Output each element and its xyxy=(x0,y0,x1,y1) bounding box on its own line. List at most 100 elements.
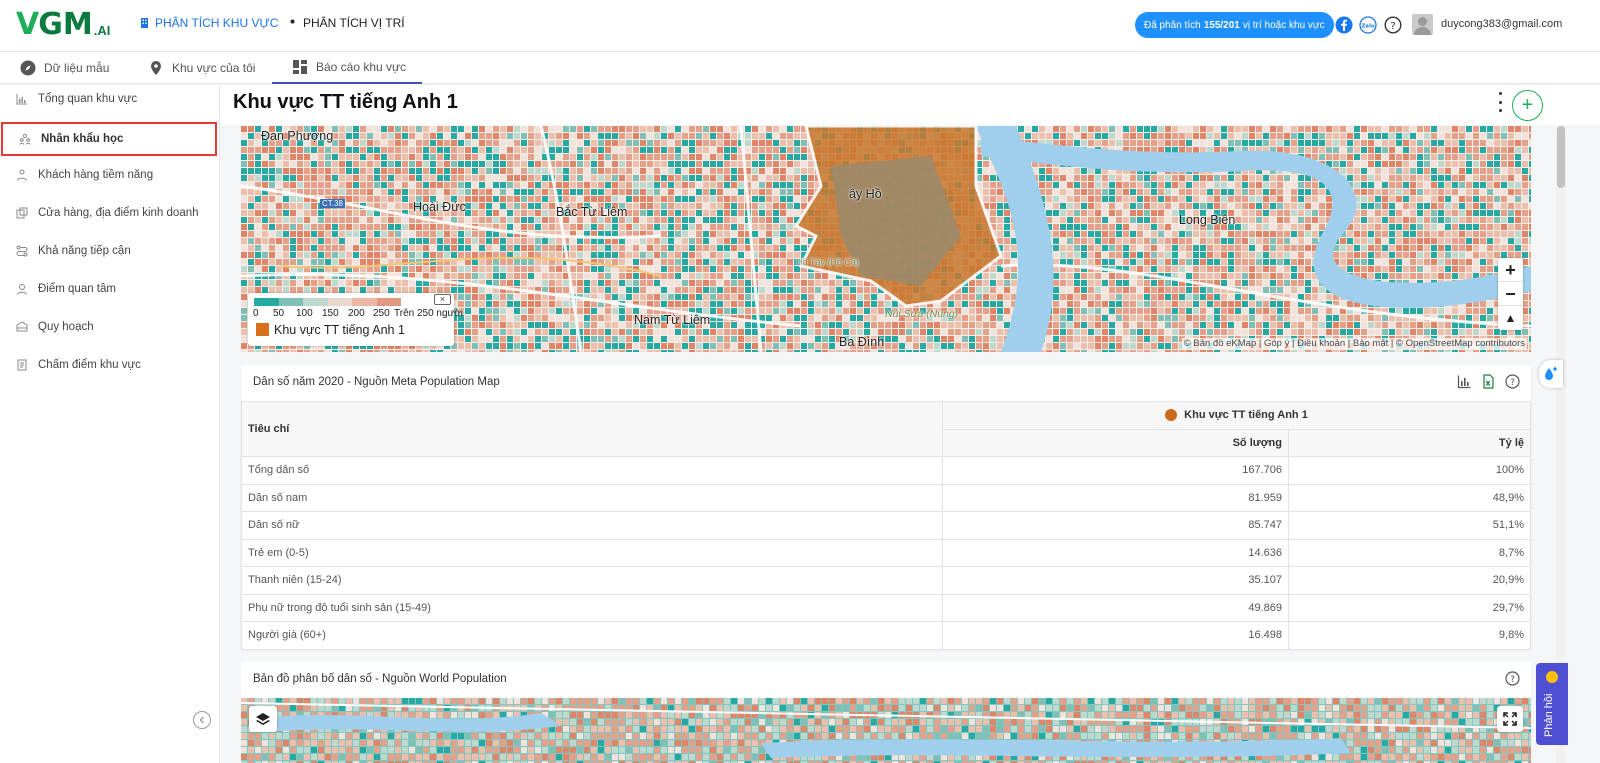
chevron-left-icon xyxy=(199,716,204,724)
route-icon xyxy=(16,245,28,257)
fullscreen-icon xyxy=(1503,712,1517,726)
zoom-in-button[interactable]: + xyxy=(1498,258,1523,282)
compass-north-button[interactable]: ▲ xyxy=(1498,306,1523,330)
zoom-controls: + − ▲ xyxy=(1498,258,1523,330)
map-label-dan-phuong: Đan Phượng xyxy=(261,129,334,143)
scrollbar-thumb[interactable] xyxy=(1557,126,1565,188)
cell-criteria: Trẻ em (0-5) xyxy=(241,538,943,567)
sidebar-item-demographics[interactable]: Nhân khẩu học xyxy=(1,122,217,156)
tab-my-areas[interactable]: Khu vực của tôi xyxy=(148,52,255,84)
cell-criteria: Dân số nam xyxy=(241,483,943,512)
nav-location-analysis[interactable]: PHÂN TÍCH VỊ TRÍ xyxy=(288,16,405,30)
card-title: Bản đồ phân bố dân số - Nguồn World Popu… xyxy=(253,673,507,685)
legend-tick: 50 xyxy=(273,308,285,319)
feedback-button[interactable]: Phản hồi xyxy=(1536,663,1568,745)
tab-sample-data[interactable]: Dữ liệu mẫu xyxy=(20,52,109,84)
poi-icon xyxy=(17,284,27,295)
world-population-map[interactable] xyxy=(241,698,1531,763)
cell-ratio: 100% xyxy=(1288,456,1531,485)
cell-count: 16.498 xyxy=(942,621,1289,650)
map-label-nam-tu-liem: Nam Từ Liêm xyxy=(634,313,711,327)
map-label-bac-tu-liem: Bắc Từ Liêm xyxy=(556,205,628,219)
map-canvas[interactable] xyxy=(241,698,1531,763)
col-area: Khu vực TT tiếng Anh 1 xyxy=(942,401,1531,430)
dashboard-icon xyxy=(293,60,307,74)
legend-tick: Trên 250 người xyxy=(394,308,464,319)
sidebar-item-planning[interactable]: Quy hoạch xyxy=(0,311,218,343)
person-target-icon xyxy=(17,169,27,181)
svg-text:?: ? xyxy=(1390,21,1395,32)
sidebar-item-poi[interactable]: Điểm quan tâm xyxy=(0,273,218,305)
legend-swatch xyxy=(327,298,352,306)
legend-swatch xyxy=(303,298,328,306)
floating-drop-button[interactable] xyxy=(1539,360,1563,388)
page-title: Khu vực TT tiếng Anh 1 xyxy=(233,91,458,113)
cell-count: 167.706 xyxy=(942,456,1289,485)
map-label-hoai-duc: Hoài Đức xyxy=(413,200,466,214)
more-options-icon[interactable] xyxy=(1495,92,1505,112)
legend-close-icon[interactable]: × xyxy=(434,294,451,305)
cell-count: 35.107 xyxy=(942,566,1289,595)
quota-badge[interactable]: Đã phân tích 155/201 vị trí hoặc khu vực xyxy=(1135,12,1334,38)
help-icon[interactable]: ? xyxy=(1505,374,1520,389)
cell-ratio: 29,7% xyxy=(1288,593,1531,622)
vgm-logo[interactable]: V GM .AI xyxy=(16,10,110,40)
table-row: Trẻ em (0-5) 14.636 8,7% xyxy=(241,538,1531,567)
compass-icon xyxy=(20,60,36,76)
pin-icon xyxy=(290,19,295,24)
excel-icon[interactable] xyxy=(1481,374,1496,389)
cell-criteria: Người già (60+) xyxy=(241,621,943,650)
table-row: Dân số nữ 85.747 51,1% xyxy=(241,511,1531,540)
table-row: Tổng dân số 167.706 100% xyxy=(241,456,1531,485)
help-icon[interactable]: ? xyxy=(1384,16,1402,34)
zoom-out-button[interactable]: − xyxy=(1498,282,1523,306)
sidebar-item-scoring[interactable]: Chấm điểm khu vực xyxy=(0,349,218,381)
road-badge-ct38: CT.38 xyxy=(320,199,345,208)
planning-icon xyxy=(16,321,28,332)
map-label-ba-dinh: Ba Đình xyxy=(839,335,885,349)
table-row: Người già (60+) 16.498 9,8% xyxy=(241,621,1531,650)
title-bar: Khu vực TT tiếng Anh 1 + xyxy=(220,85,1600,125)
table-row: Phụ nữ trong độ tuổi sinh sản (15-49) 49.… xyxy=(241,593,1531,622)
sidebar: Tổng quan khu vực Nhân khẩu học Khách hà… xyxy=(0,85,220,763)
legend-tick: 150 xyxy=(322,308,339,319)
sidebar-item-stores[interactable]: Cửa hàng, địa điểm kinh doanh xyxy=(0,197,218,229)
legend-tick: 100 xyxy=(296,308,313,319)
layers-button[interactable] xyxy=(249,706,277,732)
svg-text:Zalo: Zalo xyxy=(1361,24,1375,30)
legend-color-scale xyxy=(254,298,401,306)
map-legend: 0 50 100 150 200 250 Trên 250 người Khu … xyxy=(248,293,463,346)
zalo-icon[interactable]: Zalo xyxy=(1359,16,1377,34)
help-icon[interactable]: ? xyxy=(1505,671,1520,686)
area-color-dot xyxy=(1165,409,1178,422)
user-email[interactable]: duycong383@gmail.com xyxy=(1441,18,1562,30)
col-criteria: Tiêu chí xyxy=(241,401,943,457)
sidebar-item-overview[interactable]: Tổng quan khu vực xyxy=(0,83,218,115)
cell-criteria: Tổng dân số xyxy=(241,456,943,485)
legend-area-swatch xyxy=(256,323,269,336)
population-density-map[interactable]: Đan Phượng Hoài Đức Bắc Từ Liêm ây Hồ Lo… xyxy=(241,126,1531,352)
chart-icon[interactable] xyxy=(1457,374,1472,389)
population-table: Tiêu chí Khu vực TT tiếng Anh 1 Số lượng… xyxy=(241,401,1531,650)
tab-area-report[interactable]: Báo cáo khu vực xyxy=(272,52,422,84)
fullscreen-button[interactable] xyxy=(1497,706,1523,732)
map-attribution[interactable]: © Bản đồ eKMap | Góp ý | Điều khoản | Bả… xyxy=(1181,338,1527,349)
sidebar-item-accessibility[interactable]: Khả năng tiếp cận xyxy=(0,235,218,267)
legend-swatch xyxy=(278,298,303,306)
add-button[interactable]: + xyxy=(1512,90,1543,121)
card-title: Dân số năm 2020 - Nguồn Meta Population … xyxy=(253,376,500,388)
cell-ratio: 8,7% xyxy=(1288,538,1531,567)
cell-criteria: Dân số nữ xyxy=(241,511,943,540)
cell-ratio: 51,1% xyxy=(1288,511,1531,540)
cell-criteria: Phụ nữ trong độ tuổi sinh sản (15-49) xyxy=(241,593,943,622)
cell-count: 49.869 xyxy=(942,593,1289,622)
col-ratio: Tỷ lệ xyxy=(1288,428,1531,457)
collapse-sidebar-button[interactable] xyxy=(193,711,211,729)
sidebar-item-potential-customers[interactable]: Khách hàng tiềm năng xyxy=(0,159,218,191)
avatar[interactable] xyxy=(1412,14,1433,35)
nav-area-analysis[interactable]: PHÂN TÍCH KHU VỰC xyxy=(140,16,278,30)
cell-count: 14.636 xyxy=(942,538,1289,567)
legend-swatch xyxy=(352,298,377,306)
facebook-icon[interactable] xyxy=(1335,16,1353,34)
map-label-ho-tay: Hồ Tây (Hồ Cá) xyxy=(796,257,859,267)
